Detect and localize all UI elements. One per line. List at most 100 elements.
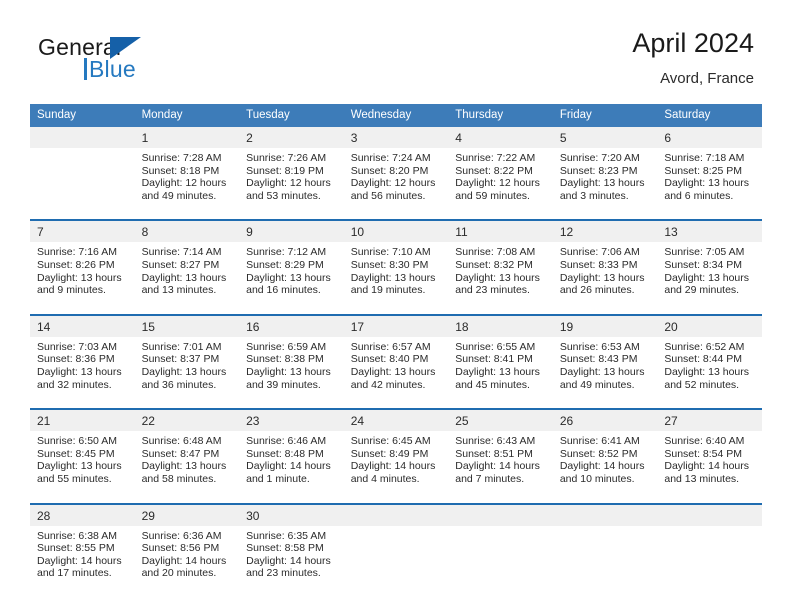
day-cell[interactable]: Sunrise: 7:20 AM Sunset: 8:23 PM Daylight:…	[552, 148, 658, 212]
daylight-text-line2: and 36 minutes.	[141, 378, 217, 391]
day-number[interactable]: 1	[134, 127, 240, 148]
day-cell[interactable]: Sunrise: 6:46 AM Sunset: 8:48 PM Daylight:…	[239, 431, 344, 495]
day-cell-empty	[30, 148, 135, 212]
daylight-text-line2: and 3 minutes.	[559, 189, 629, 202]
day-detail-row: Sunrise: 6:38 AM Sunset: 8:55 PM Daylight:…	[30, 525, 762, 589]
daylight-text-line1: Daylight: 14 hours	[664, 460, 750, 473]
day-cell[interactable]: Sunrise: 6:50 AM Sunset: 8:45 PM Daylight:…	[30, 431, 135, 495]
daylight-text-line1: Daylight: 13 hours	[559, 271, 645, 284]
day-cell[interactable]: Sunrise: 7:18 AM Sunset: 8:25 PM Daylight:…	[657, 148, 762, 212]
day-cell[interactable]: Sunrise: 7:26 AM Sunset: 8:19 PM Daylight:…	[239, 148, 344, 212]
day-cell[interactable]: Sunrise: 7:14 AM Sunset: 8:27 PM Daylight:…	[134, 242, 240, 306]
day-cell[interactable]: Sunrise: 6:35 AM Sunset: 8:58 PM Daylight:…	[239, 525, 344, 589]
daylight-text-line2: and 17 minutes.	[37, 567, 112, 580]
day-number[interactable]: 23	[239, 410, 344, 432]
day-number[interactable]: 7	[30, 221, 135, 243]
sunset-text: Sunset: 8:29 PM	[246, 258, 324, 271]
day-cell[interactable]: Sunrise: 6:52 AM Sunset: 8:44 PM Daylight:…	[657, 336, 762, 401]
day-number[interactable]: 17	[343, 315, 449, 337]
brand-logo[interactable]: General Blue	[38, 34, 248, 96]
daylight-text-line1: Daylight: 12 hours	[350, 177, 436, 190]
daylight-text-line1: Daylight: 14 hours	[455, 460, 540, 473]
sunrise-text: Sunrise: 6:46 AM	[246, 435, 327, 448]
day-number[interactable]: 21	[30, 410, 135, 432]
day-number-empty	[343, 504, 449, 526]
sunrise-text: Sunrise: 7:14 AM	[141, 246, 222, 259]
day-number[interactable]: 14	[30, 315, 135, 337]
day-cell[interactable]: Sunrise: 6:43 AM Sunset: 8:51 PM Daylight:…	[448, 431, 553, 495]
day-number[interactable]: 25	[448, 410, 553, 432]
day-number[interactable]: 20	[657, 315, 762, 337]
day-number[interactable]: 19	[552, 315, 658, 337]
day-number[interactable]: 28	[30, 504, 135, 526]
day-number[interactable]: 13	[657, 221, 762, 243]
sunrise-text: Sunrise: 6:40 AM	[664, 435, 745, 448]
day-number[interactable]: 12	[552, 221, 658, 243]
day-cell[interactable]: Sunrise: 6:41 AM Sunset: 8:52 PM Daylight:…	[552, 431, 658, 495]
day-number[interactable]: 27	[657, 410, 762, 432]
page-header: General Blue April 2024 Avord, France	[0, 26, 792, 100]
day-number[interactable]: 30	[239, 504, 344, 526]
sunset-text: Sunset: 8:32 PM	[455, 258, 533, 271]
day-cell[interactable]: Sunrise: 6:36 AM Sunset: 8:56 PM Daylight:…	[134, 525, 240, 589]
day-number[interactable]: 18	[448, 315, 553, 337]
day-cell[interactable]: Sunrise: 7:24 AM Sunset: 8:20 PM Daylight:…	[343, 148, 449, 212]
day-cell[interactable]: Sunrise: 7:12 AM Sunset: 8:29 PM Daylight:…	[239, 242, 344, 306]
day-number[interactable]: 6	[657, 127, 762, 148]
daylight-text-line1: Daylight: 13 hours	[37, 271, 122, 284]
day-cell[interactable]: Sunrise: 7:10 AM Sunset: 8:30 PM Daylight:…	[343, 242, 449, 306]
day-cell[interactable]: Sunrise: 7:08 AM Sunset: 8:32 PM Daylight:…	[448, 242, 553, 306]
sunset-text: Sunset: 8:55 PM	[37, 542, 115, 555]
sunrise-text: Sunrise: 6:38 AM	[37, 529, 117, 542]
sunset-text: Sunset: 8:34 PM	[664, 258, 743, 271]
day-cell[interactable]: Sunrise: 7:05 AM Sunset: 8:34 PM Daylight:…	[657, 242, 762, 306]
day-cell[interactable]: Sunrise: 7:28 AM Sunset: 8:18 PM Daylight:…	[134, 148, 240, 212]
day-cell[interactable]: Sunrise: 6:40 AM Sunset: 8:54 PM Daylight:…	[657, 431, 762, 495]
day-number[interactable]: 8	[134, 221, 240, 243]
day-number[interactable]: 15	[134, 315, 240, 337]
day-number[interactable]: 3	[343, 127, 449, 148]
week-gap	[30, 305, 762, 314]
day-number[interactable]: 24	[343, 410, 449, 432]
sunset-text: Sunset: 8:48 PM	[246, 447, 324, 460]
day-number[interactable]: 26	[552, 410, 658, 432]
day-cell[interactable]: Sunrise: 6:59 AM Sunset: 8:38 PM Daylight:…	[239, 336, 344, 401]
daylight-text-line1: Daylight: 14 hours	[246, 554, 331, 567]
sunrise-text: Sunrise: 6:57 AM	[350, 340, 431, 353]
day-cell-empty	[657, 525, 762, 589]
day-cell[interactable]: Sunrise: 7:22 AM Sunset: 8:22 PM Daylight:…	[448, 148, 553, 212]
day-number[interactable]: 5	[552, 127, 658, 148]
week-gap-cell	[30, 400, 762, 409]
weekday-header-sunday: Sunday	[30, 104, 135, 127]
weekday-header-monday: Monday	[134, 104, 240, 127]
day-number[interactable]: 4	[448, 127, 553, 148]
day-number[interactable]: 2	[239, 127, 344, 148]
day-cell[interactable]: Sunrise: 6:45 AM Sunset: 8:49 PM Daylight:…	[343, 431, 449, 495]
day-cell[interactable]: Sunrise: 6:57 AM Sunset: 8:40 PM Daylight:…	[343, 336, 449, 401]
day-number-row: 28 29 30	[30, 504, 762, 526]
daylight-text-line1: Daylight: 13 hours	[141, 271, 227, 284]
sunset-text: Sunset: 8:52 PM	[559, 447, 638, 460]
day-cell[interactable]: Sunrise: 7:01 AM Sunset: 8:37 PM Daylight:…	[134, 336, 240, 401]
sunset-text: Sunset: 8:54 PM	[664, 447, 743, 460]
sunset-text: Sunset: 8:30 PM	[350, 258, 429, 271]
day-cell[interactable]: Sunrise: 6:38 AM Sunset: 8:55 PM Daylight:…	[30, 525, 135, 589]
sunset-text: Sunset: 8:58 PM	[246, 542, 324, 555]
day-number[interactable]: 9	[239, 221, 344, 243]
day-number-empty	[30, 127, 135, 148]
daylight-text-line2: and 56 minutes.	[350, 189, 426, 202]
day-number[interactable]: 16	[239, 315, 344, 337]
day-cell[interactable]: Sunrise: 6:55 AM Sunset: 8:41 PM Daylight:…	[448, 336, 553, 401]
daylight-text-line2: and 13 minutes.	[141, 284, 217, 297]
day-cell[interactable]: Sunrise: 6:48 AM Sunset: 8:47 PM Daylight:…	[134, 431, 240, 495]
day-cell[interactable]: Sunrise: 7:03 AM Sunset: 8:36 PM Daylight:…	[30, 336, 135, 401]
day-number[interactable]: 11	[448, 221, 553, 243]
day-number[interactable]: 10	[343, 221, 449, 243]
day-cell[interactable]: Sunrise: 7:16 AM Sunset: 8:26 PM Daylight:…	[30, 242, 135, 306]
day-number[interactable]: 22	[134, 410, 240, 432]
day-number[interactable]: 29	[134, 504, 240, 526]
daylight-text-line1: Daylight: 13 hours	[37, 365, 122, 378]
day-cell[interactable]: Sunrise: 6:53 AM Sunset: 8:43 PM Daylight:…	[552, 336, 658, 401]
day-cell[interactable]: Sunrise: 7:06 AM Sunset: 8:33 PM Daylight:…	[552, 242, 658, 306]
daylight-text-line2: and 53 minutes.	[246, 189, 321, 202]
